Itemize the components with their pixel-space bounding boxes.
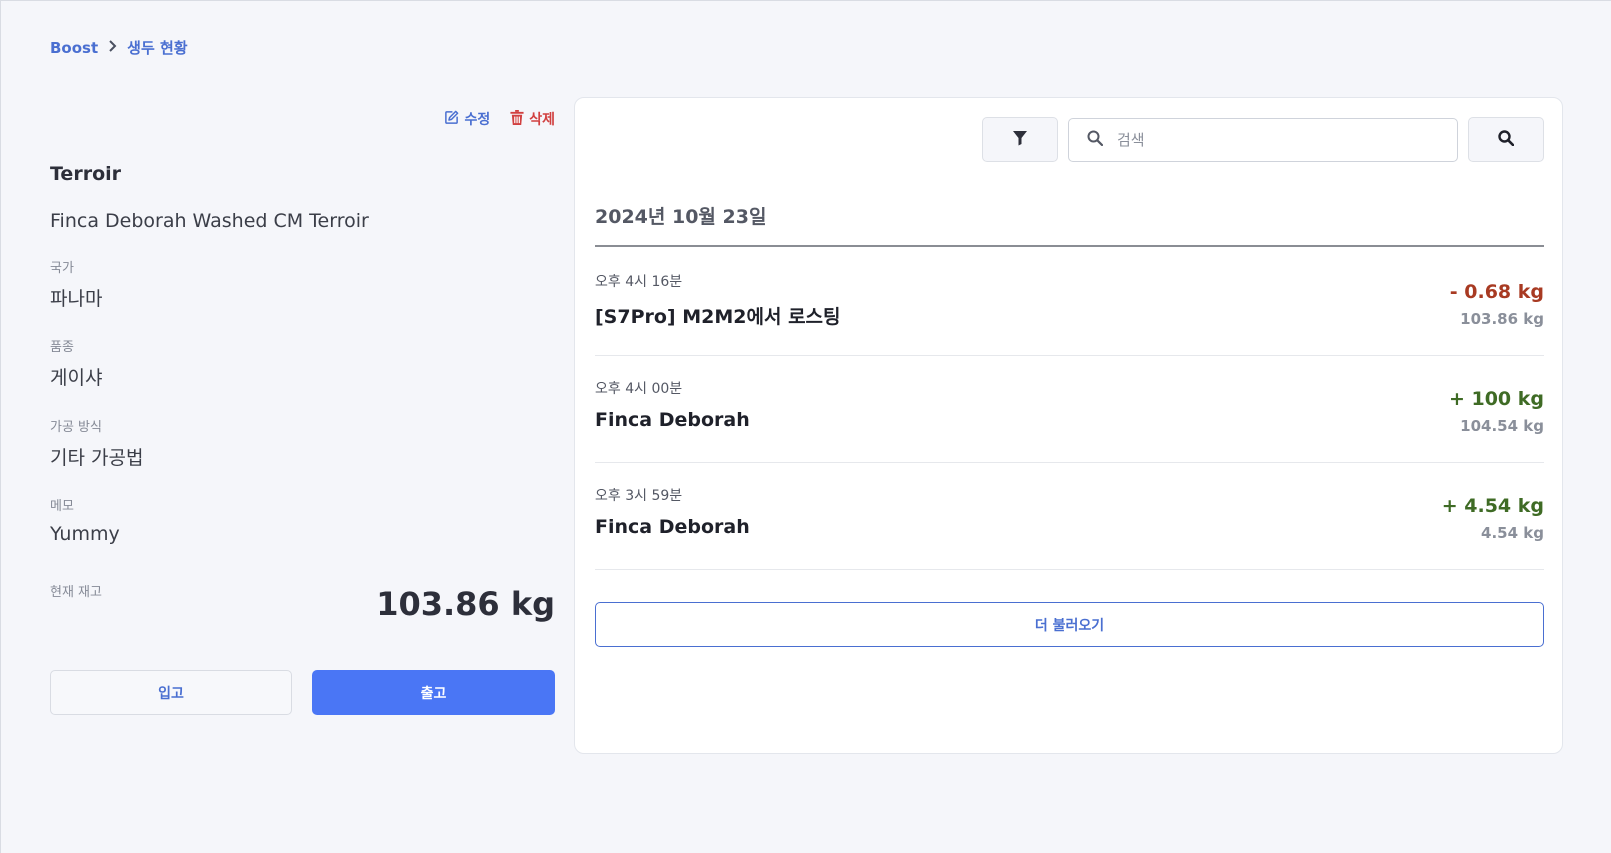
- edit-button[interactable]: 수정: [444, 109, 490, 129]
- breadcrumb-root-link[interactable]: Boost: [50, 39, 98, 57]
- memo-label: 메모: [50, 499, 74, 514]
- delete-label: 삭제: [529, 112, 555, 128]
- stock-value: 103.86 kg: [376, 585, 555, 623]
- chevron-right-icon: [108, 39, 117, 56]
- entry-time: 오후 3시 59분: [595, 488, 683, 504]
- entry-total: 4.54 kg: [1481, 524, 1544, 542]
- bean-title: Terroir: [50, 163, 121, 185]
- search-icon: [1498, 129, 1515, 150]
- load-more-button[interactable]: 더 불러오기: [595, 602, 1544, 647]
- history-row[interactable]: 오후 4시 00분 Finca Deborah + 100 kg 104.54 …: [595, 356, 1544, 463]
- date-header: 2024년 10월 23일: [595, 202, 1544, 247]
- entry-delta: + 4.54 kg: [1441, 495, 1544, 517]
- edit-label: 수정: [464, 112, 491, 128]
- process-value: 기타 가공법: [50, 447, 144, 469]
- entry-delta: - 0.68 kg: [1449, 281, 1544, 303]
- search-icon: [1087, 130, 1104, 150]
- variety-label: 품종: [50, 340, 74, 355]
- trash-icon: [510, 109, 524, 129]
- country-value: 파나마: [50, 288, 103, 310]
- entry-time: 오후 4시 00분: [595, 381, 683, 397]
- memo-value: Yummy: [50, 523, 120, 545]
- filter-icon: [1012, 130, 1028, 150]
- variety-value: 게이샤: [50, 367, 103, 389]
- stock-in-button[interactable]: 입고: [50, 670, 292, 715]
- entry-total: 104.54 kg: [1460, 417, 1544, 435]
- detail-actions: 수정 삭제: [444, 109, 555, 129]
- process-label: 가공 방식: [50, 420, 102, 435]
- stock-label: 현재 재고: [50, 585, 102, 600]
- country-label: 국가: [50, 261, 74, 276]
- entry-delta: + 100 kg: [1448, 388, 1544, 410]
- entry-total: 103.86 kg: [1460, 310, 1544, 328]
- filter-button[interactable]: [982, 117, 1058, 162]
- entry-name: Finca Deborah: [595, 516, 750, 538]
- history-row[interactable]: 오후 3시 59분 Finca Deborah + 4.54 kg 4.54 k…: [595, 463, 1544, 570]
- bean-name: Finca Deborah Washed CM Terroir: [50, 210, 369, 232]
- entry-time: 오후 4시 16분: [595, 274, 683, 290]
- breadcrumb: Boost 생두 현황: [50, 37, 188, 58]
- edit-icon: [444, 110, 459, 129]
- search-box: [1068, 118, 1458, 162]
- delete-button[interactable]: 삭제: [510, 109, 555, 129]
- breadcrumb-current[interactable]: 생두 현황: [127, 37, 187, 58]
- entry-name: Finca Deborah: [595, 409, 750, 431]
- search-button[interactable]: [1468, 117, 1544, 162]
- search-input[interactable]: [1117, 131, 1437, 149]
- stock-out-button[interactable]: 출고: [312, 670, 555, 715]
- entry-name: [S7Pro] M2M2에서 로스팅: [595, 306, 841, 328]
- history-panel: 2024년 10월 23일 오후 4시 16분 [S7Pro] M2M2에서 로…: [574, 97, 1563, 754]
- history-row[interactable]: 오후 4시 16분 [S7Pro] M2M2에서 로스팅 - 0.68 kg 1…: [595, 249, 1544, 356]
